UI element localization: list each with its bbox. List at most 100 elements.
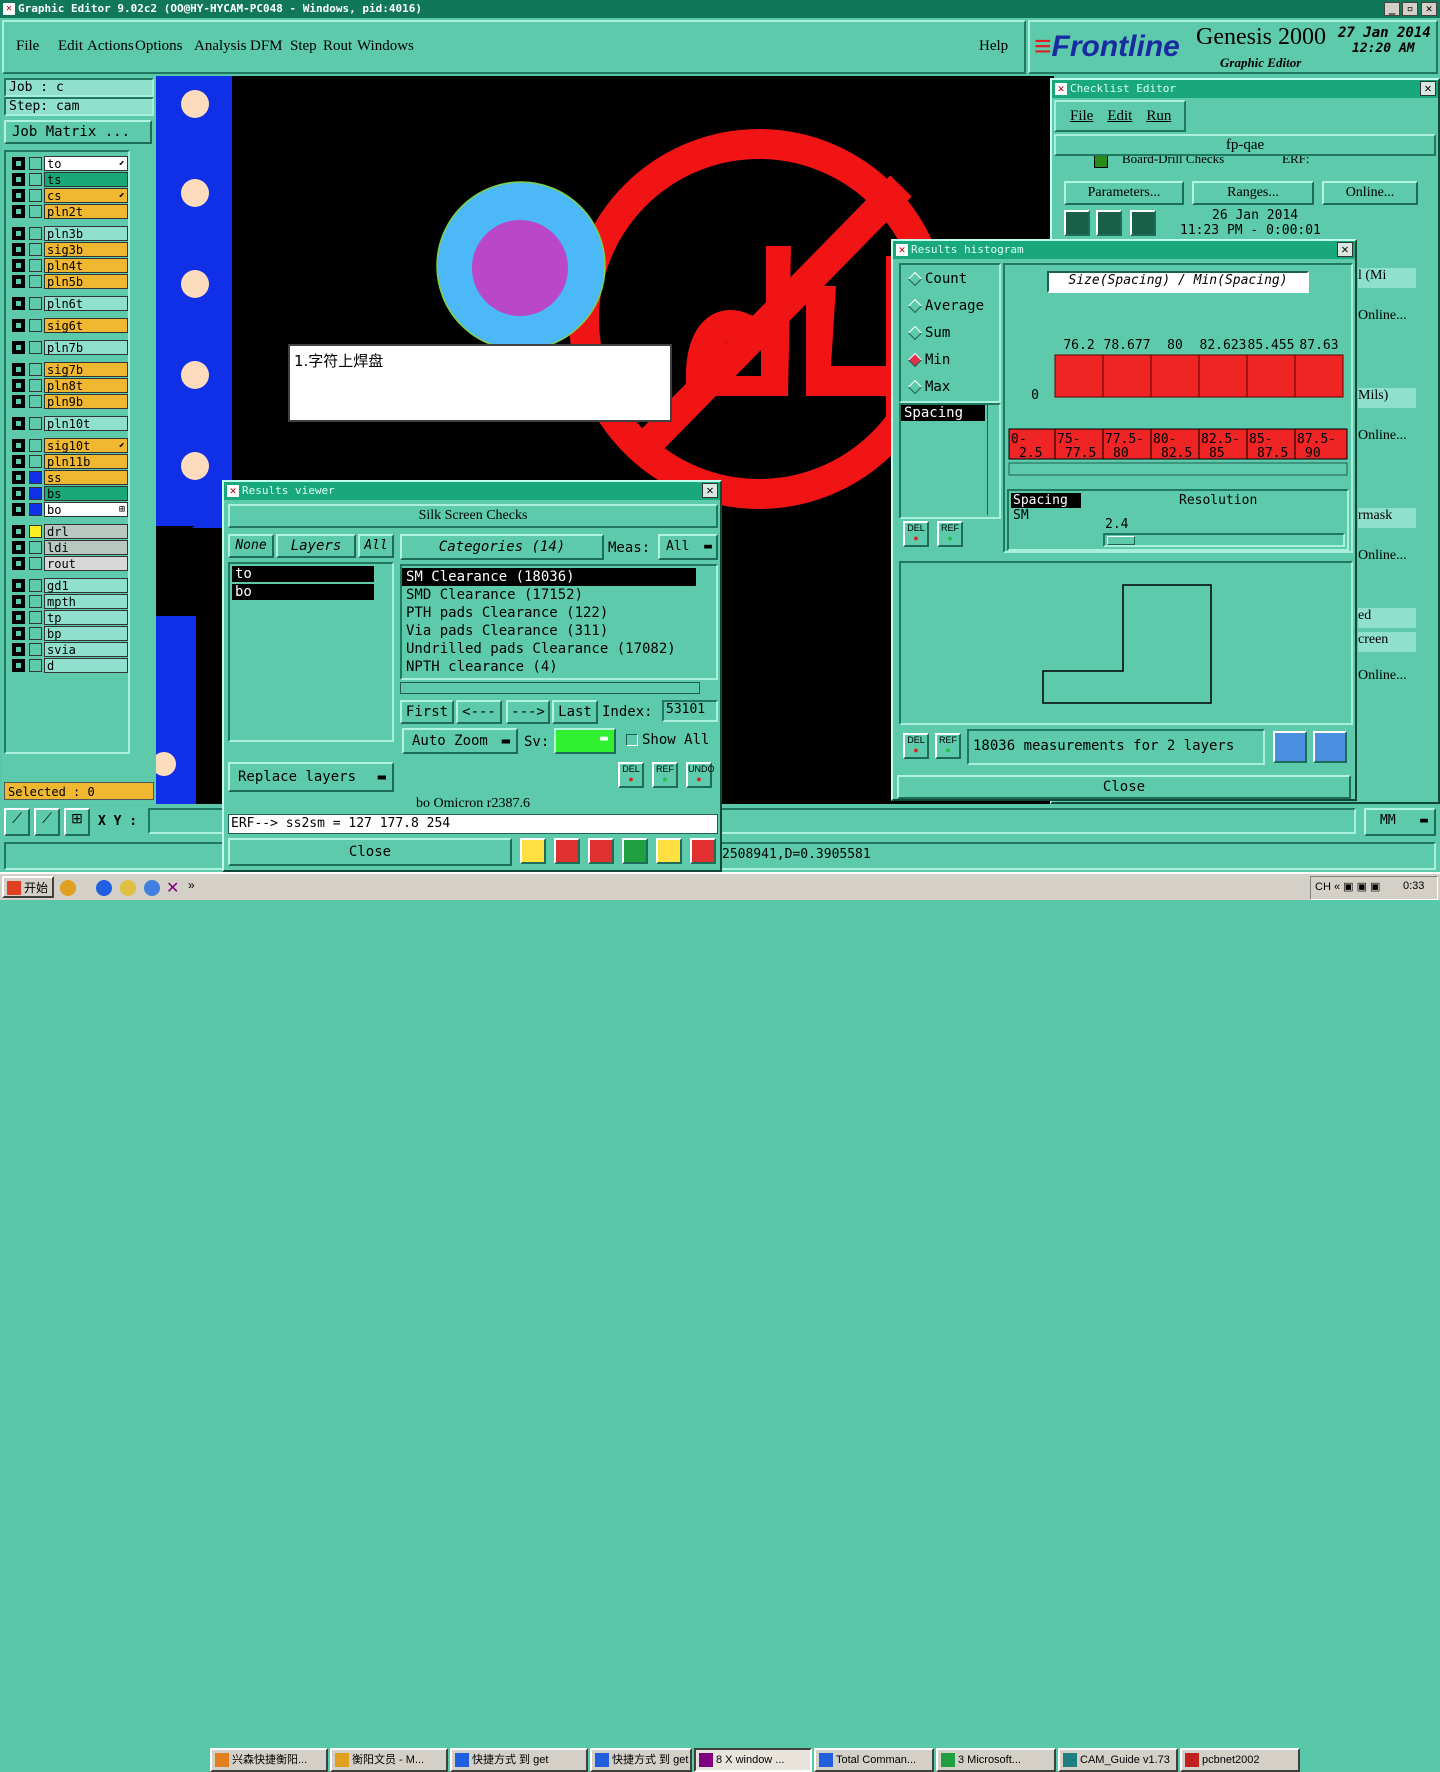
menu-actions[interactable]: Actions [87, 38, 134, 55]
layer-checkbox[interactable] [12, 395, 25, 408]
menu-file[interactable]: File [16, 38, 39, 55]
checklist-row[interactable]: Board-Drill Checks ERF: [1064, 156, 1424, 170]
layer-checkbox[interactable] [12, 439, 25, 452]
viewer-close-button[interactable]: ✕ [702, 483, 718, 498]
layer-checkbox[interactable] [12, 341, 25, 354]
preview-del-button[interactable]: DEL ● [903, 733, 929, 759]
resolution-slider[interactable] [1103, 533, 1345, 547]
layer-checkbox[interactable] [12, 595, 25, 608]
next-button[interactable]: ---> [506, 700, 550, 724]
tool-icon-3[interactable] [588, 838, 614, 864]
layer-row-ts[interactable]: ts [10, 172, 128, 187]
meas-select[interactable]: All ▬ [658, 534, 718, 560]
menu-windows[interactable]: Windows [357, 38, 414, 55]
histogram-close-button[interactable]: ✕ [1337, 242, 1353, 257]
layer-checkbox[interactable] [12, 297, 25, 310]
layer-checkbox[interactable] [12, 363, 25, 376]
layer-checkbox[interactable] [12, 503, 25, 516]
taskbar-item[interactable]: 快捷方式 到 get [590, 1748, 692, 1772]
categories-button[interactable]: Categories (14) [400, 534, 604, 560]
category-hscroll[interactable] [400, 682, 700, 694]
viewer-undo-button[interactable]: UNDO ● [686, 762, 715, 788]
histogram-bar[interactable] [1054, 354, 1104, 398]
layer-checkbox[interactable] [12, 643, 25, 656]
clock-icon[interactable] [120, 880, 136, 896]
histogram-del-button[interactable]: DEL ● [903, 521, 929, 547]
measure-icon[interactable]: ⟋ [4, 808, 30, 836]
taskbar-item[interactable]: Total Comman... [814, 1748, 934, 1772]
zoom-fit-icon[interactable] [1273, 731, 1307, 763]
layer-row-pln11b[interactable]: pln11b [10, 454, 128, 469]
minimize-button[interactable]: _ [1384, 2, 1400, 16]
layer-checkbox[interactable] [12, 541, 25, 554]
taskbar-item[interactable]: 衡阳文员 - M... [330, 1748, 448, 1772]
menu-analysis[interactable]: Analysis [194, 38, 247, 55]
layer-checkbox[interactable] [12, 227, 25, 240]
layer-row-cs[interactable]: cs ⬋ [10, 188, 128, 203]
menu-edit[interactable]: Edit [58, 38, 83, 55]
category-item[interactable]: SM Clearance (18036) [402, 568, 696, 586]
layer-row-bp[interactable]: bp [10, 626, 128, 641]
layer-row-mpth[interactable]: mpth [10, 594, 128, 609]
layer-row-to[interactable]: to ⬋ [10, 156, 128, 171]
menu-rout[interactable]: Rout [323, 38, 352, 55]
layer-row-pln8t[interactable]: pln8t [10, 378, 128, 393]
histogram-close-button-bottom[interactable]: Close [897, 775, 1351, 799]
layer-row-bs[interactable]: bs [10, 486, 128, 501]
viewer-del-button[interactable]: DEL ● [618, 762, 644, 788]
layer-checkbox[interactable] [12, 157, 25, 170]
histogram-ref-button[interactable]: REF ● [937, 521, 963, 547]
sv-select[interactable]: ▬ [554, 728, 616, 754]
category-item[interactable]: Via pads Clearance (311) [402, 622, 716, 640]
layer-row-sig10t[interactable]: sig10t ⬋ [10, 438, 128, 453]
layer-checkbox[interactable] [12, 379, 25, 392]
histogram-bar[interactable] [1150, 354, 1200, 398]
category-item[interactable]: Undrilled pads Clearance (17082) [402, 640, 716, 658]
layer-checkbox[interactable] [12, 259, 25, 272]
prev-button[interactable]: <--- [456, 700, 502, 724]
maximize-button[interactable]: ▫ [1402, 2, 1418, 16]
layer-row-pln2t[interactable]: pln2t [10, 204, 128, 219]
layer-checkbox[interactable] [12, 659, 25, 672]
checklist-side-item[interactable]: Online... [1358, 668, 1416, 688]
layer-checkbox[interactable] [12, 525, 25, 538]
start-button[interactable]: 开始 [2, 876, 54, 898]
chat-icon[interactable] [60, 880, 76, 896]
run-all-icon[interactable] [1096, 210, 1122, 236]
layer-checkbox[interactable] [12, 487, 25, 500]
layer-checkbox[interactable] [12, 173, 25, 186]
layer-checkbox[interactable] [12, 417, 25, 430]
taskbar-item[interactable]: 兴森快捷衡阳... [210, 1748, 328, 1772]
layer-row-drl[interactable]: drl [10, 524, 128, 539]
layer-checkbox[interactable] [12, 579, 25, 592]
layer-row-ldi[interactable]: ldi [10, 540, 128, 555]
checklist-side-item[interactable]: Online... [1358, 428, 1416, 448]
layer-row-rout[interactable]: rout [10, 556, 128, 571]
index-field[interactable]: 53101 [662, 700, 718, 722]
taskbar-item[interactable]: 快捷方式 到 get [450, 1748, 588, 1772]
histogram-bar[interactable] [1246, 354, 1296, 398]
mode-count[interactable]: Count [909, 271, 967, 287]
layer-row-sig3b[interactable]: sig3b [10, 242, 128, 257]
ranges-button[interactable]: Ranges... [1192, 181, 1314, 205]
histogram-bar[interactable] [1102, 354, 1152, 398]
layer-checkbox[interactable] [12, 455, 25, 468]
xy-input[interactable] [148, 808, 228, 834]
layer-row-d[interactable]: d [10, 658, 128, 673]
layer-row-sig6t[interactable]: sig6t [10, 318, 128, 333]
histogram-hscroll[interactable] [1008, 462, 1348, 476]
tool-icon-2[interactable] [554, 838, 580, 864]
checklist-close-button[interactable]: ✕ [1420, 81, 1436, 96]
layer-row-pln4t[interactable]: pln4t [10, 258, 128, 273]
taskbar-item[interactable]: pcbnet2002 [1180, 1748, 1300, 1772]
measure-scrollbar[interactable] [987, 405, 999, 515]
help-menu[interactable]: Help [979, 38, 1008, 55]
first-button[interactable]: First [400, 700, 454, 724]
result-layer-item[interactable]: to [232, 566, 374, 582]
layer-row-ss[interactable]: ss [10, 470, 128, 485]
layer-checkbox[interactable] [12, 189, 25, 202]
viewer-ref-button[interactable]: REF ● [652, 762, 678, 788]
tool-icon-5[interactable] [656, 838, 682, 864]
auto-zoom-select[interactable]: Auto Zoom ▬ [402, 728, 518, 754]
checklist-side-item[interactable]: Online... [1358, 548, 1416, 568]
